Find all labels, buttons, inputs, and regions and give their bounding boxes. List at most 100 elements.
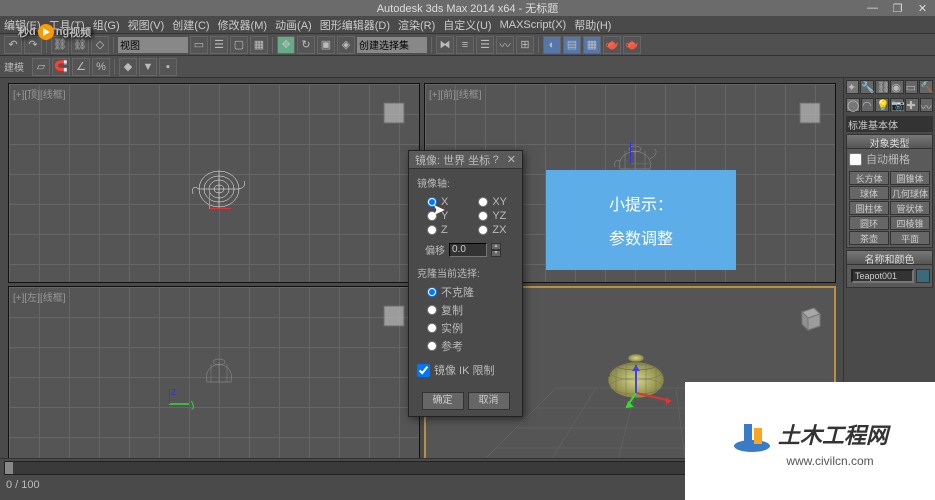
time-marker[interactable]	[5, 462, 13, 474]
sub-toolbar-btn3[interactable]: ▪	[159, 58, 177, 76]
selection-filter-dropdown[interactable]: 视图	[118, 37, 188, 53]
menu-group[interactable]: 组(G)	[93, 17, 120, 33]
menu-views[interactable]: 视图(V)	[128, 17, 165, 33]
render-button[interactable]: 🫖	[603, 36, 621, 54]
named-selection-dropdown[interactable]: 创建选择集	[357, 37, 427, 53]
move-gizmo-persp[interactable]	[626, 363, 676, 413]
menu-animation[interactable]: 动画(A)	[275, 17, 312, 33]
no-clone-radio[interactable]	[427, 287, 437, 297]
viewcube-top[interactable]	[379, 98, 409, 128]
object-type-header[interactable]: 对象类型	[847, 135, 932, 149]
axis-x-radio[interactable]	[427, 197, 437, 207]
viewport-left[interactable]: [+][左][线框] yz	[8, 286, 420, 486]
ok-button[interactable]: 确定	[422, 392, 464, 410]
object-color-swatch[interactable]	[916, 269, 930, 283]
cone-button[interactable]: 圆锥体	[890, 171, 930, 185]
utilities-tab[interactable]: 🔨	[919, 80, 933, 94]
offset-input[interactable]	[449, 243, 487, 257]
offset-spinner-up[interactable]: ▴	[491, 243, 501, 250]
close-button[interactable]: ✕	[910, 0, 935, 16]
viewport-label-left[interactable]: [+][左][线框]	[13, 289, 66, 304]
poly-button[interactable]: ▱	[32, 58, 50, 76]
menu-modifiers[interactable]: 修改器(M)	[218, 17, 268, 33]
viewport-label-top[interactable]: [+][顶][线框]	[13, 86, 66, 101]
torus-button[interactable]: 圆环	[849, 216, 889, 230]
axis-z-radio[interactable]	[427, 225, 437, 235]
spacewarps-tab[interactable]: 〰	[920, 98, 933, 112]
viewcube-persp[interactable]	[794, 302, 824, 332]
object-name-input[interactable]	[851, 269, 914, 283]
autogrid-checkbox[interactable]	[849, 153, 862, 166]
cancel-button[interactable]: 取消	[468, 392, 510, 410]
reference-radio[interactable]	[427, 341, 437, 351]
hierarchy-tab[interactable]: ⛓	[875, 80, 889, 94]
pyramid-button[interactable]: 四棱锥	[890, 216, 930, 230]
viewport-label-front[interactable]: [+][前][线框]	[429, 86, 482, 101]
name-color-header[interactable]: 名称和颜色	[847, 251, 932, 265]
move-gizmo-front[interactable]	[630, 139, 655, 164]
viewport-top[interactable]: [+][顶][线框]	[8, 83, 420, 283]
rotate-button[interactable]: ↻	[297, 36, 315, 54]
category-dropdown[interactable]: 标准基本体	[846, 116, 933, 132]
schematic-button[interactable]: ⊞	[516, 36, 534, 54]
snap-toggle-button[interactable]: 🧲	[52, 58, 70, 76]
axis-y-radio[interactable]	[427, 211, 437, 221]
create-tab[interactable]: ✦	[846, 80, 859, 94]
menu-customize[interactable]: 自定义(U)	[443, 17, 491, 33]
dialog-titlebar[interactable]: 镜像: 世界 坐标 ? ✕	[409, 151, 522, 169]
cylinder-button[interactable]: 圆柱体	[849, 201, 889, 215]
helpers-tab[interactable]: ✚	[905, 98, 918, 112]
box-button[interactable]: 长方体	[849, 171, 889, 185]
teapot-object-left[interactable]	[189, 352, 249, 392]
axis-xy-radio[interactable]	[478, 197, 488, 207]
viewcube-left[interactable]	[379, 301, 409, 331]
bind-button[interactable]: ◇	[91, 36, 109, 54]
render-setup-button[interactable]: ▤	[563, 36, 581, 54]
mirror-ik-checkbox[interactable]	[417, 364, 430, 377]
shapes-tab[interactable]: ◠	[861, 98, 874, 112]
viewcube-front[interactable]	[795, 98, 825, 128]
menu-maxscript[interactable]: MAXScript(X)	[500, 19, 567, 31]
instance-radio[interactable]	[427, 323, 437, 333]
menu-create[interactable]: 创建(C)	[172, 17, 209, 33]
select-name-button[interactable]: ☰	[210, 36, 228, 54]
minimize-button[interactable]: —	[860, 0, 885, 16]
move-gizmo-top[interactable]	[209, 184, 234, 209]
menu-help[interactable]: 帮助(H)	[574, 17, 611, 33]
select-button[interactable]: ▭	[190, 36, 208, 54]
render-prod-button[interactable]: 🫖	[623, 36, 641, 54]
mirror-button[interactable]: ⧓	[436, 36, 454, 54]
modify-tab[interactable]: 🔧	[860, 80, 874, 94]
plane-button[interactable]: 平面	[890, 231, 930, 245]
axis-zx-radio[interactable]	[478, 225, 488, 235]
cameras-tab[interactable]: 📷	[890, 98, 904, 112]
percent-snap-button[interactable]: %	[92, 58, 110, 76]
move-button[interactable]: ✥	[277, 36, 295, 54]
menu-graph[interactable]: 图形编辑器(D)	[320, 17, 390, 33]
tube-button[interactable]: 管状体	[890, 201, 930, 215]
sub-toolbar-btn1[interactable]: ◆	[119, 58, 137, 76]
offset-spinner-down[interactable]: ▾	[491, 250, 501, 257]
restore-button[interactable]: ❐	[885, 0, 910, 16]
curve-editor-button[interactable]: 〰	[496, 36, 514, 54]
display-tab[interactable]: ▭	[905, 80, 918, 94]
dialog-close-button[interactable]: ✕	[507, 153, 516, 166]
window-crossing-button[interactable]: ▦	[250, 36, 268, 54]
layer-button[interactable]: ☰	[476, 36, 494, 54]
scale-button[interactable]: ▣	[317, 36, 335, 54]
motion-tab[interactable]: ◉	[890, 80, 903, 94]
copy-radio[interactable]	[427, 305, 437, 315]
dialog-help-button[interactable]: ?	[493, 154, 499, 166]
lights-tab[interactable]: 💡	[875, 98, 889, 112]
select-region-button[interactable]: ▢	[230, 36, 248, 54]
material-editor-button[interactable]: ◐	[543, 36, 561, 54]
geometry-tab[interactable]: ◯	[846, 98, 860, 112]
align-button[interactable]: ≡	[456, 36, 474, 54]
axis-yz-radio[interactable]	[478, 211, 488, 221]
geosphere-button[interactable]: 几何球体	[890, 186, 930, 200]
sphere-button[interactable]: 球体	[849, 186, 889, 200]
ref-coord-button[interactable]: ◈	[337, 36, 355, 54]
angle-snap-button[interactable]: ∠	[72, 58, 90, 76]
render-frame-button[interactable]: ▦	[583, 36, 601, 54]
sub-toolbar-btn2[interactable]: ▼	[139, 58, 157, 76]
